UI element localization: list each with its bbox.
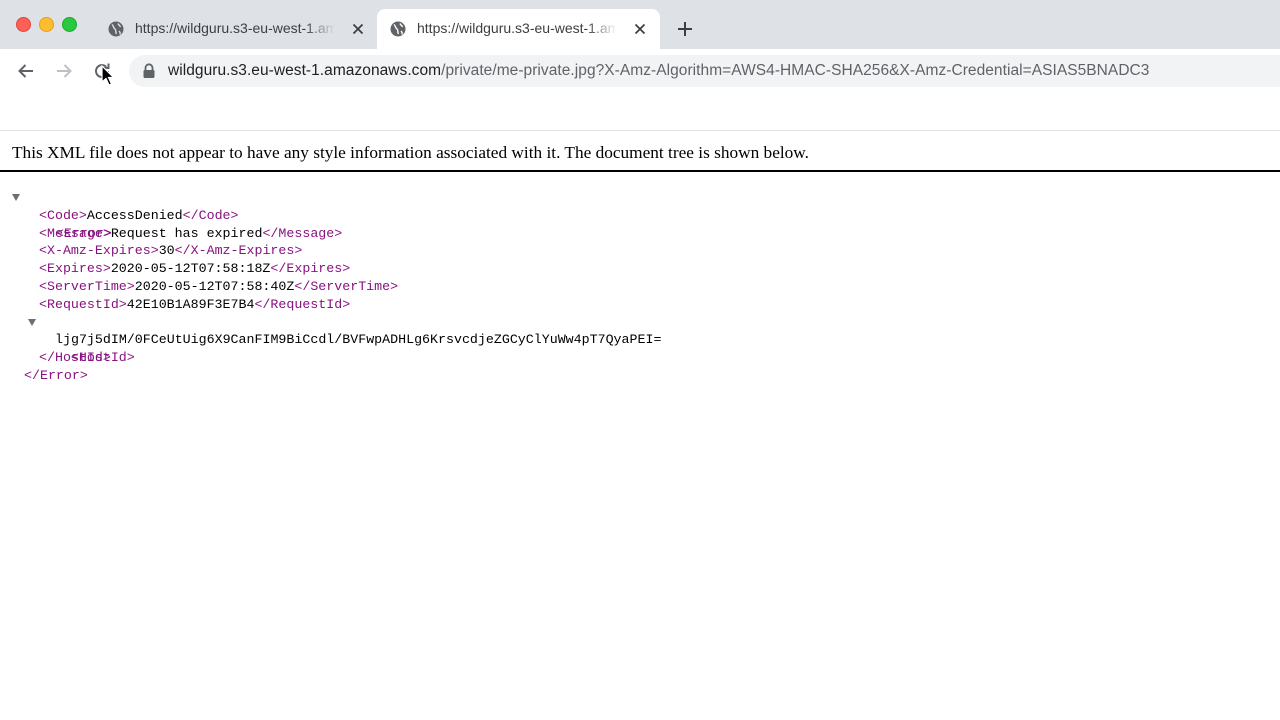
xml-tag: </ServerTime> xyxy=(294,278,399,294)
close-window-button[interactable] xyxy=(16,17,31,32)
xml-hostid-open-line[interactable]: <HostId> xyxy=(0,314,661,365)
xml-tag: </Expires> xyxy=(270,261,351,277)
xml-value: Request has expired xyxy=(110,225,263,241)
address-bar[interactable]: wildguru.s3.eu-west-1.amazonaws.com/priv… xyxy=(129,55,1280,87)
xml-tag: <Message> xyxy=(39,225,111,241)
xml-value: 30 xyxy=(158,243,175,259)
browser-toolbar: wildguru.s3.eu-west-1.amazonaws.com/priv… xyxy=(0,49,1280,93)
collapse-triangle-icon[interactable] xyxy=(28,318,36,326)
close-icon[interactable] xyxy=(350,21,366,37)
xml-hostid-close-line: </HostId> xyxy=(0,349,661,367)
xml-row: <Code>AccessDenied</Code> xyxy=(0,207,661,225)
lock-icon[interactable] xyxy=(142,63,156,79)
tab-strip: https://wildguru.s3-eu-west-1.amazonaws.… xyxy=(0,0,1280,49)
tab-title: https://wildguru.s3-eu-west-1.amazonaws.… xyxy=(417,20,617,36)
notice-divider xyxy=(0,170,1280,172)
xml-tag: </RequestId> xyxy=(254,296,351,312)
page-top-divider xyxy=(0,130,1280,131)
xml-tag: <X-Amz-Expires> xyxy=(39,243,159,259)
browser-tab-active[interactable]: https://wildguru.s3-eu-west-1.amazonaws.… xyxy=(377,9,660,49)
xml-row: <ServerTime>2020-05-12T07:58:40Z</Server… xyxy=(0,278,661,296)
close-icon[interactable] xyxy=(632,21,648,37)
xml-tag: <ServerTime> xyxy=(39,278,135,294)
xml-tag: </Error> xyxy=(24,367,88,383)
xml-row: <X-Amz-Expires>30</X-Amz-Expires> xyxy=(0,242,661,260)
back-arrow-icon[interactable] xyxy=(15,60,37,82)
minimize-window-button[interactable] xyxy=(39,17,54,32)
maximize-window-button[interactable] xyxy=(62,17,77,32)
xml-hostid-value-line: ljg7j5dIM/0FCeUtUig6X9CanFIM9BiCcdl/BVFw… xyxy=(0,331,661,349)
xml-row: <Expires>2020-05-12T07:58:18Z</Expires> xyxy=(0,260,661,278)
xml-root-open-line[interactable]: <Error> xyxy=(0,189,661,241)
xml-tree: <Error> <Code>AccessDenied</Code> <Messa… xyxy=(0,189,661,385)
xml-value: 2020-05-12T07:58:40Z xyxy=(134,278,295,294)
globe-icon xyxy=(390,21,406,37)
xml-value: ljg7j5dIM/0FCeUtUig6X9CanFIM9BiCcdl/BVFw… xyxy=(55,332,662,348)
xml-root-close-line: </Error> xyxy=(0,367,661,385)
plus-icon[interactable] xyxy=(676,20,694,38)
xml-tag: <Code> xyxy=(39,207,87,223)
cursor-icon xyxy=(101,65,115,86)
xml-tag: </HostId> xyxy=(39,350,111,366)
xml-value: 2020-05-12T07:58:18Z xyxy=(110,261,271,277)
xml-row: <RequestId>42E10B1A89F3E7B4</RequestId> xyxy=(0,296,661,314)
xml-tag: <Expires> xyxy=(39,261,111,277)
xml-tag: </X-Amz-Expires> xyxy=(174,243,303,259)
xml-value: AccessDenied xyxy=(86,207,183,223)
forward-arrow-icon[interactable] xyxy=(53,60,75,82)
url-host: wildguru.s3.eu-west-1.amazonaws.com xyxy=(168,62,442,79)
xml-style-notice: This XML file does not appear to have an… xyxy=(12,143,809,162)
xml-row: <Message>Request has expired</Message> xyxy=(0,225,661,243)
url-text[interactable]: wildguru.s3.eu-west-1.amazonaws.com/priv… xyxy=(168,62,1149,80)
xml-tag: <RequestId> xyxy=(39,296,127,312)
tab-title: https://wildguru.s3-eu-west-1.amazonaws.… xyxy=(135,20,335,36)
browser-tab[interactable]: https://wildguru.s3-eu-west-1.amazonaws.… xyxy=(95,9,378,49)
url-path: /private/me-private.jpg?X-Amz-Algorithm=… xyxy=(441,62,1150,79)
xml-value: 42E10B1A89F3E7B4 xyxy=(126,296,255,312)
globe-icon xyxy=(108,21,124,37)
xml-tag: </Code> xyxy=(182,207,239,223)
xml-tag: </Message> xyxy=(262,225,343,241)
collapse-triangle-icon[interactable] xyxy=(12,194,20,201)
